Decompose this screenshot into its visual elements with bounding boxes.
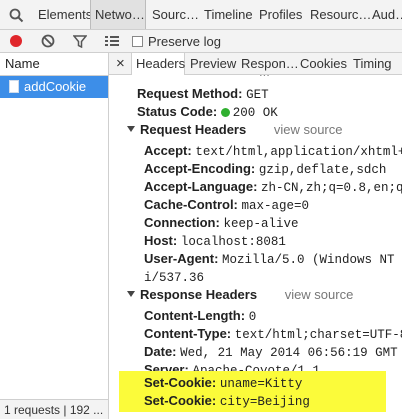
tab-profiles[interactable]: Profiles: [259, 0, 302, 29]
response-view-source-link[interactable]: view source: [285, 287, 354, 302]
header-key: Set-Cookie:: [144, 393, 217, 408]
document-icon: [9, 80, 19, 93]
header-accept-language: Accept-Language: zh-CN,zh;q=0.8,en;q=0.: [144, 178, 402, 196]
header-set-cookie-city: Set-Cookie: city=Beijing: [144, 392, 310, 410]
header-key: Accept:: [144, 143, 192, 158]
request-method-line: Request Method: GET: [137, 85, 269, 103]
request-method-value: GET: [246, 88, 269, 102]
truncated-url-text: ...: [259, 75, 270, 81]
tab-elements[interactable]: Elements: [38, 0, 92, 29]
devtools-panel-tabs: Elements Netwo… Sourc… Timeline Profiles…: [0, 0, 402, 30]
close-icon[interactable]: ×: [116, 53, 125, 74]
header-cache-control: Cache-Control: max-age=0: [144, 196, 309, 214]
name-column-header[interactable]: Name: [0, 53, 108, 76]
tab-cookies[interactable]: Cookies: [300, 53, 347, 74]
header-key: Cache-Control:: [144, 197, 238, 212]
request-list-pane: Name addCookie 1 requests | 192 ...: [0, 53, 109, 419]
header-key: Content-Length:: [144, 308, 246, 323]
network-status-summary: 1 requests | 192 ...: [0, 399, 108, 419]
header-accept: Accept: text/html,application/xhtml+xml: [144, 142, 402, 160]
tab-timing[interactable]: Timing: [353, 53, 392, 74]
tab-timeline[interactable]: Timeline: [204, 0, 253, 29]
header-key: Connection:: [144, 215, 220, 230]
tab-preview[interactable]: Preview: [190, 53, 236, 74]
response-headers-title: Response Headers: [140, 287, 258, 302]
tab-response[interactable]: Respon…: [241, 53, 299, 74]
header-user-agent-wrap: i/537.36: [144, 268, 204, 286]
request-view-source-link[interactable]: view source: [274, 122, 343, 137]
header-set-cookie-uname: Set-Cookie: uname=Kitty: [144, 374, 302, 392]
header-value: text/html,application/xhtml+xml: [195, 145, 402, 159]
preserve-log-checkbox[interactable]: [130, 30, 144, 52]
header-value: gzip,deflate,sdch: [258, 163, 387, 177]
header-key: User-Agent:: [144, 251, 219, 266]
header-value: i/537.36: [144, 271, 205, 285]
header-date: Date: Wed, 21 May 2014 06:56:19 GMT: [144, 343, 398, 361]
status-ok-icon: [220, 108, 230, 117]
header-host: Host: localhost:8081: [144, 232, 286, 250]
header-value: text/html;charset=UTF-8: [234, 328, 402, 342]
header-key: Accept-Language:: [144, 179, 258, 194]
header-accept-encoding: Accept-Encoding: gzip,deflate,sdch: [144, 160, 386, 178]
header-user-agent: User-Agent: Mozilla/5.0 (Windows NT 6.3: [144, 250, 402, 268]
expand-triangle-icon[interactable]: [127, 291, 135, 297]
header-key: Accept-Encoding:: [144, 161, 256, 176]
network-toolbar: Preserve log: [0, 30, 402, 53]
record-icon[interactable]: [6, 30, 26, 52]
tab-resources[interactable]: Resourc…: [310, 0, 371, 29]
header-value: localhost:8081: [180, 235, 286, 249]
header-key: Content-Type:: [144, 326, 232, 341]
headers-content: ... Request Method: GET Status Code: 200…: [109, 75, 402, 419]
tab-audits[interactable]: Aud…: [372, 0, 402, 29]
status-code-key: Status Code:: [137, 104, 218, 119]
search-icon[interactable]: [6, 0, 26, 30]
header-key: Date:: [144, 344, 177, 359]
header-value: city=Beijing: [219, 395, 310, 409]
header-value: 0: [248, 310, 257, 324]
request-name: addCookie: [24, 79, 87, 94]
header-value: max-age=0: [241, 199, 310, 213]
status-code-value: 200 OK: [232, 106, 278, 120]
filter-icon[interactable]: [70, 30, 90, 52]
status-code-line: Status Code: 200 OK: [137, 103, 278, 121]
preserve-log-label: Preserve log: [148, 33, 221, 49]
response-headers-section[interactable]: Response Headers view source: [127, 286, 353, 304]
header-value: keep-alive: [223, 217, 299, 231]
request-detail-tabs: × Headers Preview Respon… Cookies Timing: [109, 53, 402, 75]
header-value: zh-CN,zh;q=0.8,en;q=0.: [261, 181, 402, 195]
header-value: Wed, 21 May 2014 06:56:19 GMT: [180, 346, 398, 360]
clear-icon[interactable]: [38, 30, 58, 52]
list-view-icon[interactable]: [102, 30, 122, 52]
request-row-addcookie[interactable]: addCookie: [0, 76, 108, 98]
header-value: uname=Kitty: [219, 377, 303, 391]
tab-sources[interactable]: Sourc…: [152, 0, 199, 29]
header-key: Set-Cookie:: [144, 375, 217, 390]
expand-triangle-icon[interactable]: [127, 126, 135, 132]
header-content-type: Content-Type: text/html;charset=UTF-8: [144, 325, 402, 343]
header-value: Mozilla/5.0 (Windows NT 6.3: [222, 253, 402, 267]
request-headers-title: Request Headers: [140, 122, 247, 137]
tab-network[interactable]: Netwo…: [90, 0, 146, 29]
tab-headers[interactable]: Headers: [131, 53, 185, 75]
request-headers-section[interactable]: Request Headers view source: [127, 121, 342, 139]
header-content-length: Content-Length: 0: [144, 307, 256, 325]
header-key: Host:: [144, 233, 178, 248]
header-connection: Connection: keep-alive: [144, 214, 298, 232]
request-method-key: Request Method:: [137, 86, 243, 101]
